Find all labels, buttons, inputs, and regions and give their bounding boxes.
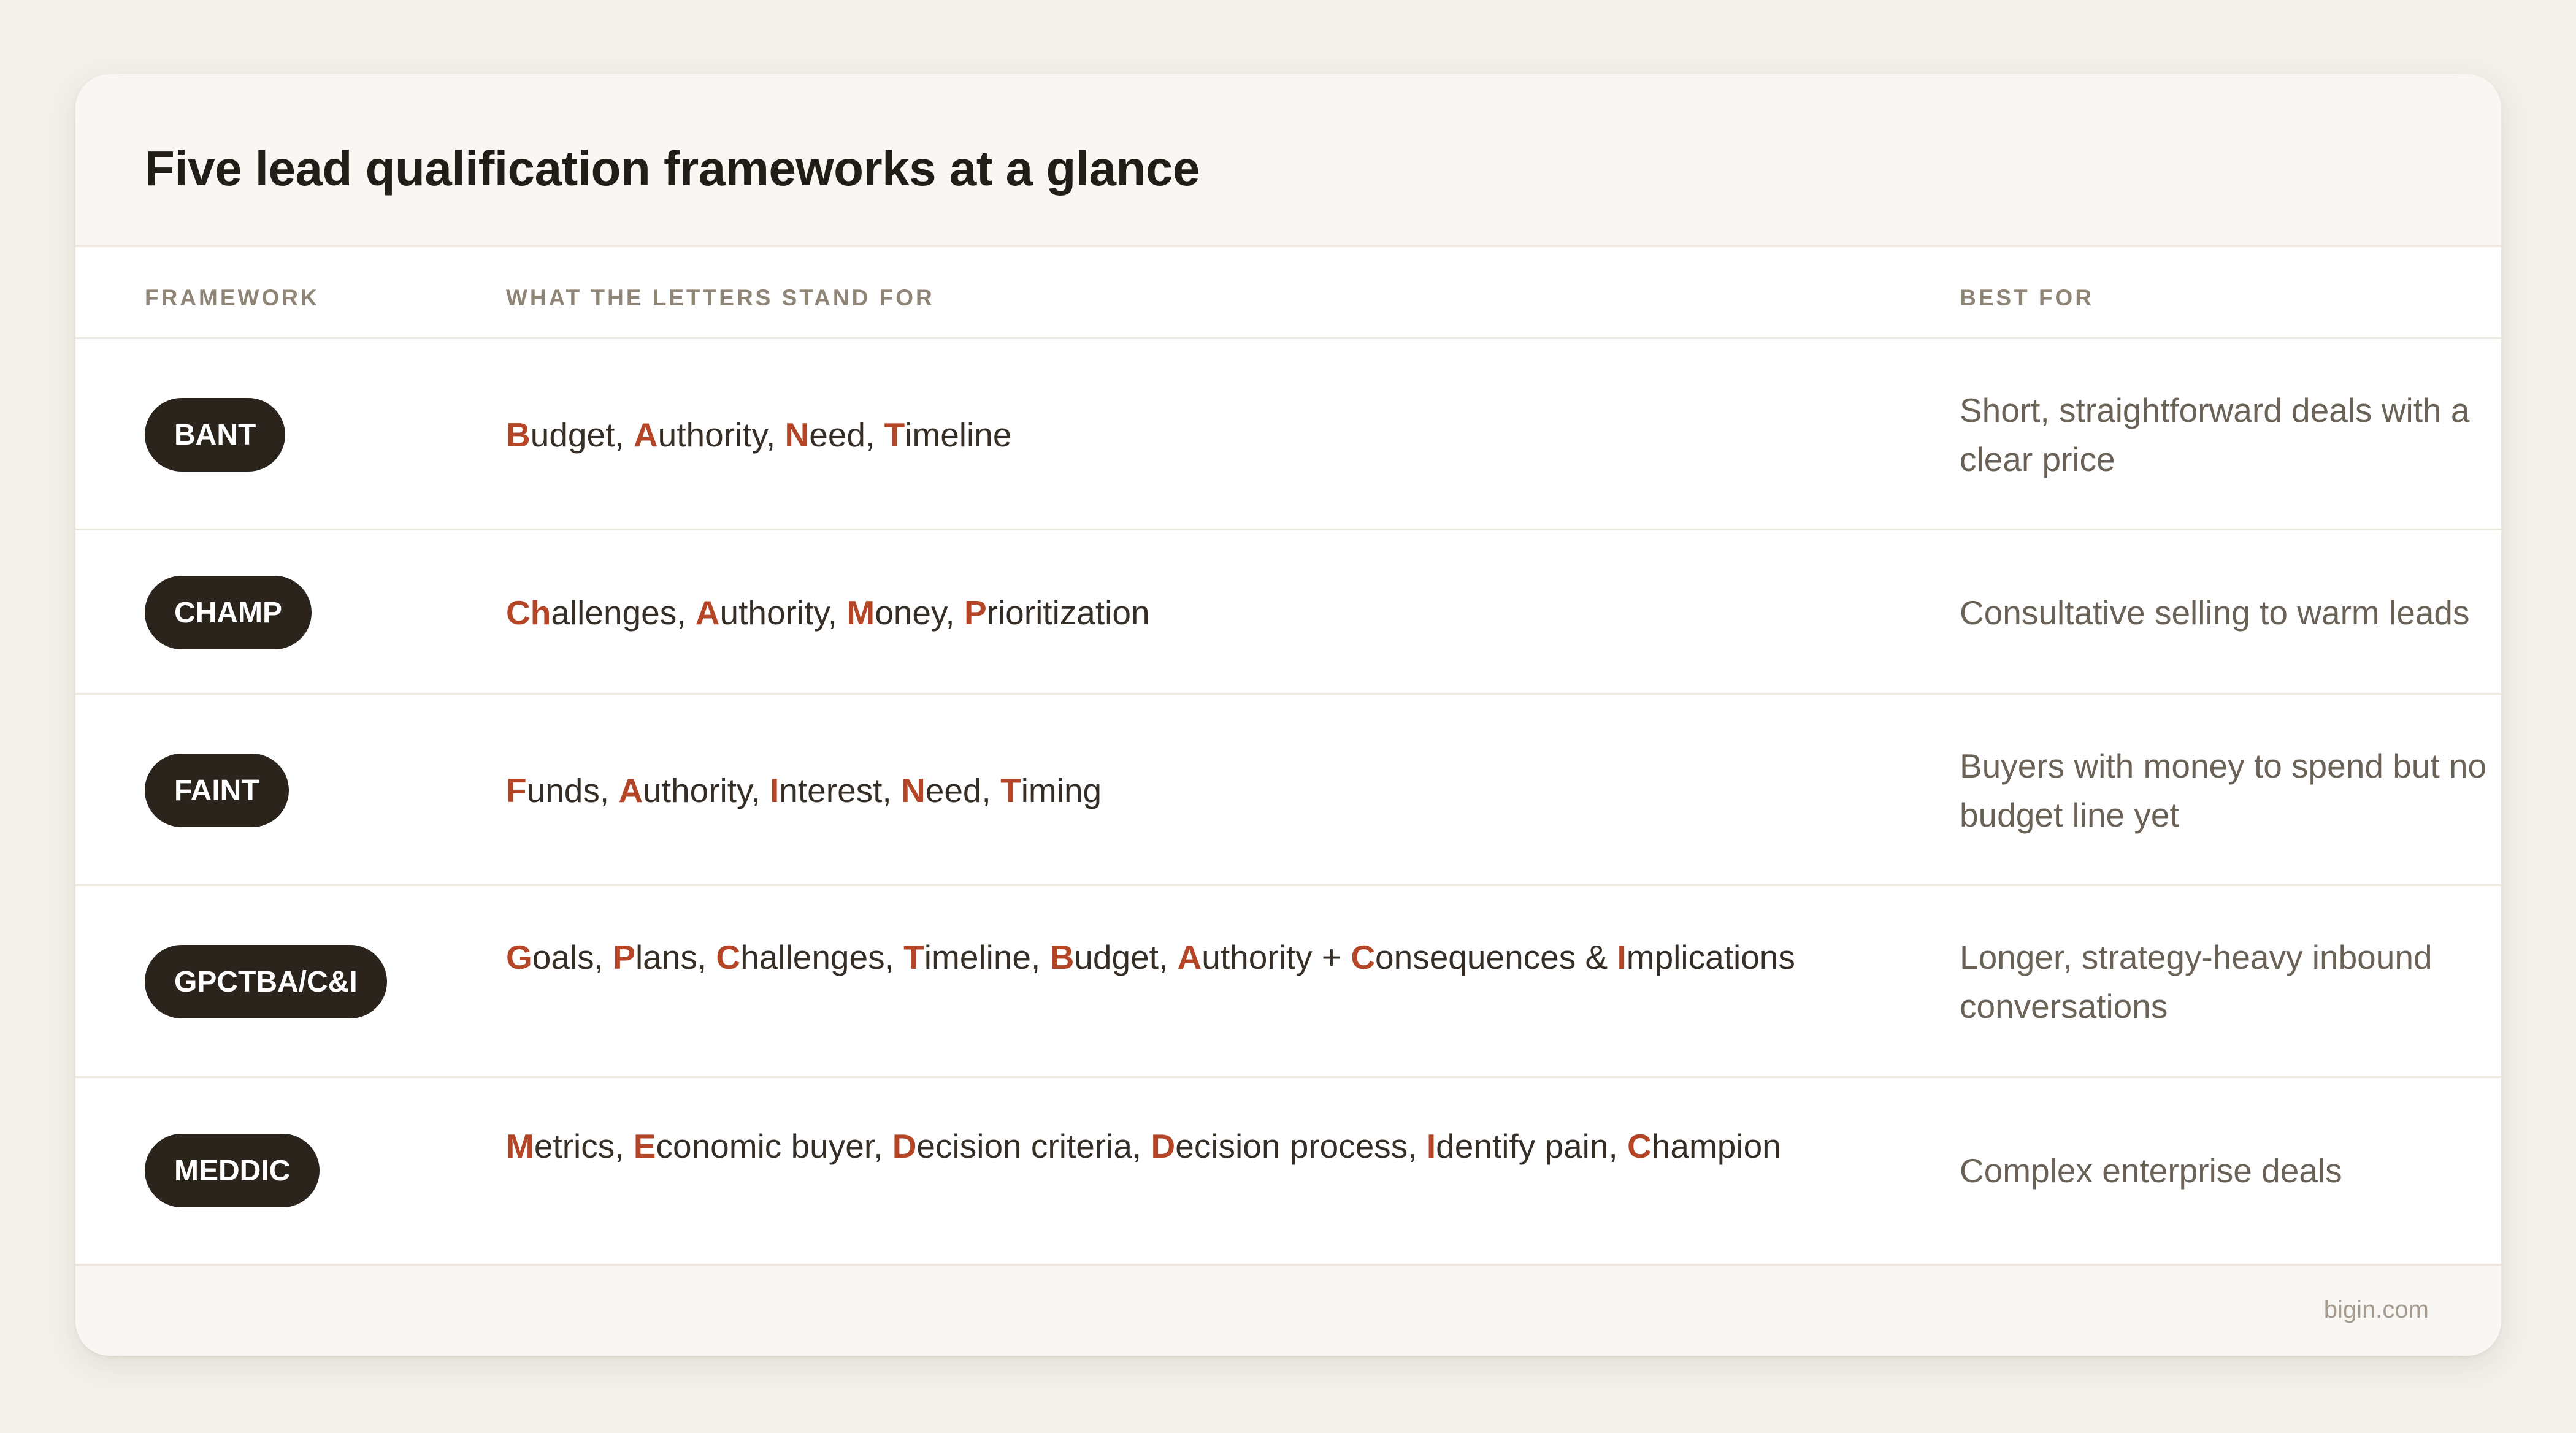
letter-initial: I — [1426, 1127, 1436, 1165]
column-header-best-for: BEST FOR — [1960, 285, 2095, 310]
letter-initial: A — [1177, 938, 1202, 976]
letter-word-rest: onsequences & — [1375, 938, 1617, 976]
best-for-text: Short, straightforward deals with a clea… — [1960, 391, 2470, 478]
framework-pill: BANT — [145, 398, 286, 472]
letter-word-rest: hampion — [1651, 1127, 1781, 1165]
letter-initial: F — [506, 771, 527, 809]
letter-initial: I — [1617, 938, 1627, 976]
framework-pill: FAINT — [145, 754, 289, 827]
letters-meaning: Funds, Authority, Interest, Need, Timing — [506, 766, 1831, 815]
framework-pill: GPCTBA/C&I — [145, 945, 387, 1018]
letter-word-rest: dentify pain, — [1436, 1127, 1628, 1165]
best-for-text: Consultative selling to warm leads — [1960, 594, 2470, 632]
letter-word-rest: eed, — [809, 416, 884, 454]
letter-word-rest: ecision criteria, — [916, 1127, 1151, 1165]
letter-initial: C — [1351, 938, 1376, 976]
letter-word-rest: unds, — [526, 771, 619, 809]
letter-word-rest: uthority, — [657, 416, 785, 454]
letter-initial: Ch — [506, 594, 551, 632]
card-footer: bigin.com — [75, 1264, 2501, 1356]
letter-initial: E — [633, 1127, 656, 1165]
letter-initial: N — [901, 771, 926, 809]
letter-word-rest: uthority, — [719, 594, 847, 632]
letter-word-rest: uthority, — [643, 771, 770, 809]
card-header: Five lead qualification frameworks at a … — [75, 74, 2501, 247]
letter-initial: P — [613, 938, 635, 976]
column-header-letters: WHAT THE LETTERS STAND FOR — [506, 285, 935, 310]
letter-initial: M — [506, 1127, 534, 1165]
column-header-row: FRAMEWORK WHAT THE LETTERS STAND FOR BES… — [75, 247, 2501, 339]
letter-initial: A — [695, 594, 720, 632]
letter-initial: A — [633, 416, 658, 454]
letter-initial: P — [964, 594, 987, 632]
framework-pill: CHAMP — [145, 576, 312, 649]
letters-meaning: Challenges, Authority, Money, Prioritiza… — [506, 588, 1831, 637]
letter-initial: A — [618, 771, 643, 809]
letter-initial: N — [784, 416, 810, 454]
letter-word-rest: imeline, — [924, 938, 1050, 976]
letter-word-rest: iming — [1021, 771, 1102, 809]
letter-word-rest: eed, — [925, 771, 1001, 809]
letter-initial: B — [1049, 938, 1075, 976]
letter-word-rest: hallenges, — [740, 938, 904, 976]
letter-word-rest: allenges, — [551, 594, 696, 632]
letter-word-rest: udget, — [1074, 938, 1178, 976]
letter-initial: D — [892, 1127, 917, 1165]
page-title: Five lead qualification frameworks at a … — [145, 141, 1200, 196]
letter-initial: I — [770, 771, 780, 809]
table-row: MEDDIC Metrics, Economic buyer, Decision… — [75, 1078, 2501, 1264]
letter-word-rest: rioritization — [986, 594, 1150, 632]
frameworks-card: Five lead qualification frameworks at a … — [75, 74, 2501, 1356]
framework-pill: MEDDIC — [145, 1134, 320, 1207]
letter-word-rest: conomic buyer, — [656, 1127, 892, 1165]
letter-word-rest: udget, — [530, 416, 634, 454]
letters-meaning: Budget, Authority, Need, Timeline — [506, 410, 1831, 459]
letter-word-rest: oney, — [875, 594, 964, 632]
table-row: FAINT Funds, Authority, Interest, Need, … — [75, 695, 2501, 886]
letter-initial: C — [1627, 1127, 1652, 1165]
column-header-framework: FRAMEWORK — [145, 285, 320, 310]
best-for-text: Complex enterprise deals — [1960, 1152, 2342, 1190]
letters-meaning: Goals, Plans, Challenges, Timeline, Budg… — [506, 933, 1831, 982]
letter-word-rest: mplications — [1626, 938, 1795, 976]
letter-word-rest: uthority + — [1202, 938, 1351, 976]
letter-initial: T — [903, 938, 924, 976]
letter-initial: M — [846, 594, 875, 632]
letter-word-rest: ecision process, — [1175, 1127, 1427, 1165]
letter-initial: D — [1151, 1127, 1176, 1165]
table-row: GPCTBA/C&I Goals, Plans, Challenges, Tim… — [75, 886, 2501, 1078]
letter-initial: T — [1000, 771, 1021, 809]
letter-initial: G — [506, 938, 532, 976]
letters-meaning: Metrics, Economic buyer, Decision criter… — [506, 1122, 1831, 1171]
letter-word-rest: etrics, — [534, 1127, 634, 1165]
source-credit: bigin.com — [2323, 1296, 2429, 1323]
letter-word-rest: imeline — [905, 416, 1012, 454]
letter-initial: T — [884, 416, 905, 454]
table-row: BANT Budget, Authority, Need, Timeline S… — [75, 339, 2501, 530]
best-for-text: Longer, strategy-heavy inbound conversat… — [1960, 938, 2432, 1025]
letter-initial: C — [716, 938, 741, 976]
letter-word-rest: oals, — [532, 938, 613, 976]
letter-word-rest: lans, — [635, 938, 716, 976]
best-for-text: Buyers with money to spend but no budget… — [1960, 747, 2487, 834]
letter-initial: B — [506, 416, 531, 454]
letter-word-rest: nterest, — [779, 771, 902, 809]
table-row: CHAMP Challenges, Authority, Money, Prio… — [75, 530, 2501, 695]
